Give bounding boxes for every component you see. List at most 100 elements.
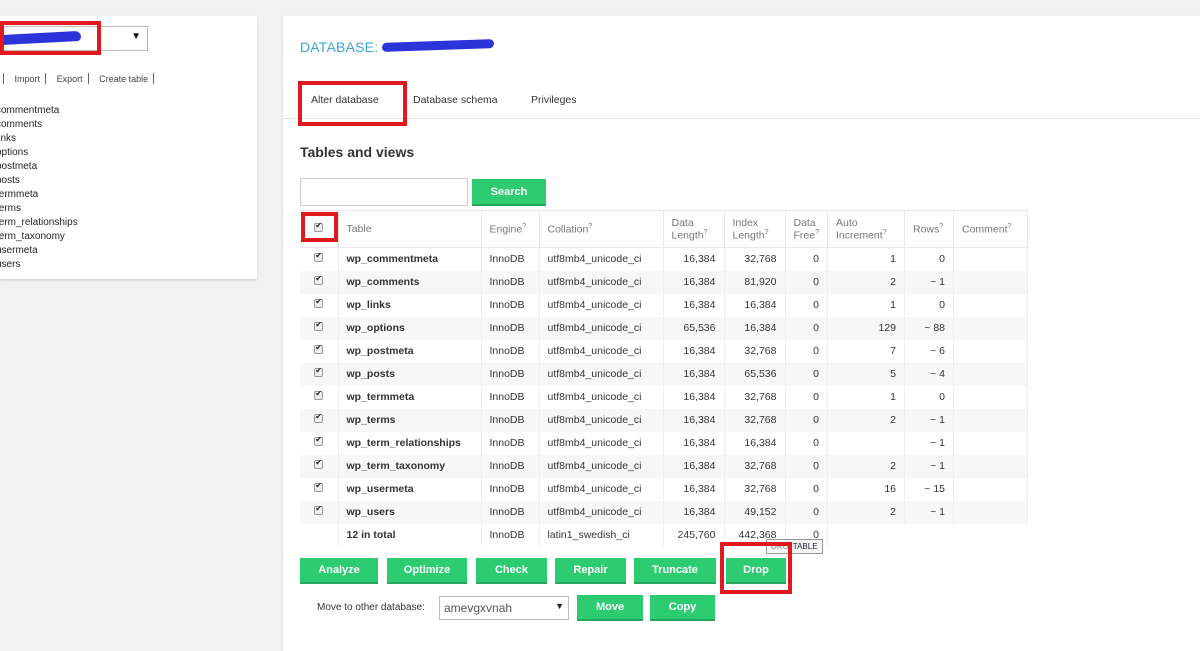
row-checkbox[interactable] bbox=[314, 412, 324, 423]
col-data-length[interactable]: Data Length? bbox=[663, 210, 725, 248]
check-button[interactable]: Check bbox=[476, 558, 547, 582]
copy-button[interactable]: Copy bbox=[650, 595, 715, 619]
search-input[interactable] bbox=[300, 178, 468, 206]
tab-privileges[interactable]: Privileges bbox=[531, 94, 577, 106]
highlight-box bbox=[0, 21, 101, 55]
sidebar-table-item[interactable]: usermeta bbox=[0, 244, 78, 258]
sidebar-table-item[interactable]: termmeta bbox=[0, 188, 78, 202]
table-collation: utf8mb4_unicode_ci bbox=[539, 408, 664, 432]
table-name-link[interactable]: wp_termmeta bbox=[338, 385, 482, 409]
sidebar-table-item[interactable]: comments bbox=[0, 118, 78, 132]
table-total-row: 12 in total InnoDB latin1_swedish_ci 245… bbox=[300, 523, 1028, 547]
row-select-cell bbox=[300, 247, 339, 271]
section-heading: Tables and views bbox=[300, 144, 415, 160]
create-table-link[interactable]: Create table bbox=[99, 74, 148, 84]
tab-database-schema[interactable]: Database schema bbox=[413, 94, 498, 106]
search-button[interactable]: Search bbox=[472, 179, 546, 204]
table-name-link[interactable]: wp_comments bbox=[338, 270, 482, 294]
table-name-link[interactable]: wp_commentmeta bbox=[338, 247, 482, 271]
table-data-free: 0 bbox=[785, 247, 828, 271]
row-select-cell bbox=[300, 408, 339, 432]
row-checkbox[interactable] bbox=[314, 274, 324, 285]
table-name-link[interactable]: wp_posts bbox=[338, 362, 482, 386]
row-select-cell bbox=[300, 454, 339, 478]
table-comment bbox=[953, 293, 1028, 317]
row-checkbox[interactable] bbox=[314, 366, 324, 377]
sidebar-table-item[interactable]: options bbox=[0, 146, 78, 160]
table-data-length: 16,384 bbox=[663, 362, 725, 386]
table-engine: InnoDB bbox=[481, 431, 540, 455]
table-name-link[interactable]: wp_term_relationships bbox=[338, 431, 482, 455]
sidebar-table-item[interactable]: commentmeta bbox=[0, 104, 78, 118]
sidebar-table-item[interactable]: posts bbox=[0, 174, 78, 188]
table-data-free: 0 bbox=[785, 270, 828, 294]
row-checkbox[interactable] bbox=[314, 320, 324, 331]
col-table[interactable]: Table bbox=[338, 210, 482, 248]
sidebar-table-item[interactable]: terms bbox=[0, 202, 78, 216]
table-data-free: 0 bbox=[785, 339, 828, 363]
row-select-cell bbox=[300, 477, 339, 501]
sidebar-table-item[interactable]: users bbox=[0, 258, 78, 272]
col-rows[interactable]: Rows? bbox=[904, 210, 954, 248]
sidebar-table-item[interactable]: links bbox=[0, 132, 78, 146]
sidebar-table-item[interactable]: term_relationships bbox=[0, 216, 78, 230]
row-select-cell bbox=[300, 431, 339, 455]
table-data-length: 16,384 bbox=[663, 454, 725, 478]
table-data-free: 0 bbox=[785, 500, 828, 524]
table-row: wp_commentsInnoDButf8mb4_unicode_ci16,38… bbox=[300, 270, 1028, 294]
row-checkbox[interactable] bbox=[314, 481, 324, 492]
truncate-button[interactable]: Truncate bbox=[634, 558, 716, 582]
table-auto-increment: 1 bbox=[827, 293, 905, 317]
table-data-length: 16,384 bbox=[663, 477, 725, 501]
optimize-button[interactable]: Optimize bbox=[387, 558, 467, 582]
table-collation: utf8mb4_unicode_ci bbox=[539, 477, 664, 501]
table-rows: 0 bbox=[904, 385, 954, 409]
row-checkbox[interactable] bbox=[314, 297, 324, 308]
col-comment[interactable]: Comment? bbox=[953, 210, 1028, 248]
row-checkbox[interactable] bbox=[314, 435, 324, 446]
table-data-length: 16,384 bbox=[663, 339, 725, 363]
table-auto-increment: 7 bbox=[827, 339, 905, 363]
table-name-link[interactable]: wp_postmeta bbox=[338, 339, 482, 363]
sidebar-table-item[interactable]: postmeta bbox=[0, 160, 78, 174]
table-name-link[interactable]: wp_users bbox=[338, 500, 482, 524]
table-row: wp_linksInnoDButf8mb4_unicode_ci16,38416… bbox=[300, 293, 1028, 317]
table-name-link[interactable]: wp_terms bbox=[338, 408, 482, 432]
table-name-link[interactable]: wp_term_taxonomy bbox=[338, 454, 482, 478]
table-comment bbox=[953, 385, 1028, 409]
row-checkbox[interactable] bbox=[314, 389, 324, 400]
table-auto-increment: 2 bbox=[827, 408, 905, 432]
analyze-button[interactable]: Analyze bbox=[300, 558, 378, 582]
table-auto-increment: 129 bbox=[827, 316, 905, 340]
table-name-link[interactable]: wp_options bbox=[338, 316, 482, 340]
move-button[interactable]: Move bbox=[577, 595, 643, 619]
row-checkbox[interactable] bbox=[314, 343, 324, 354]
row-checkbox[interactable] bbox=[314, 504, 324, 515]
table-auto-increment: 16 bbox=[827, 477, 905, 501]
table-engine: InnoDB bbox=[481, 454, 540, 478]
col-auto-increment[interactable]: Auto Increment? bbox=[827, 210, 905, 248]
table-row: wp_usersInnoDButf8mb4_unicode_ci16,38449… bbox=[300, 500, 1028, 524]
col-data-free[interactable]: Data Free? bbox=[785, 210, 828, 248]
table-name-link[interactable]: wp_links bbox=[338, 293, 482, 317]
import-link[interactable]: Import bbox=[15, 74, 41, 84]
repair-button[interactable]: Repair bbox=[555, 558, 626, 582]
col-index-length[interactable]: Index Length? bbox=[724, 210, 786, 248]
table-data-length: 16,384 bbox=[663, 270, 725, 294]
total-count: 12 in total bbox=[338, 523, 482, 547]
table-name-link[interactable]: wp_usermeta bbox=[338, 477, 482, 501]
sidebar-table-item[interactable]: term_taxonomy bbox=[0, 230, 78, 244]
col-engine[interactable]: Engine? bbox=[481, 210, 540, 248]
row-checkbox[interactable] bbox=[314, 458, 324, 469]
table-data-length: 16,384 bbox=[663, 431, 725, 455]
target-database-select[interactable]: amevgxvnah ▼ bbox=[439, 596, 569, 620]
row-checkbox[interactable] bbox=[314, 251, 324, 263]
col-collation[interactable]: Collation? bbox=[539, 210, 664, 248]
table-auto-increment: 5 bbox=[827, 362, 905, 386]
total-data-length: 245,760 bbox=[663, 523, 725, 547]
export-link[interactable]: Export bbox=[57, 74, 83, 84]
row-select-cell bbox=[300, 339, 339, 363]
table-collation: utf8mb4_unicode_ci bbox=[539, 293, 664, 317]
table-collation: utf8mb4_unicode_ci bbox=[539, 454, 664, 478]
table-comment bbox=[953, 270, 1028, 294]
